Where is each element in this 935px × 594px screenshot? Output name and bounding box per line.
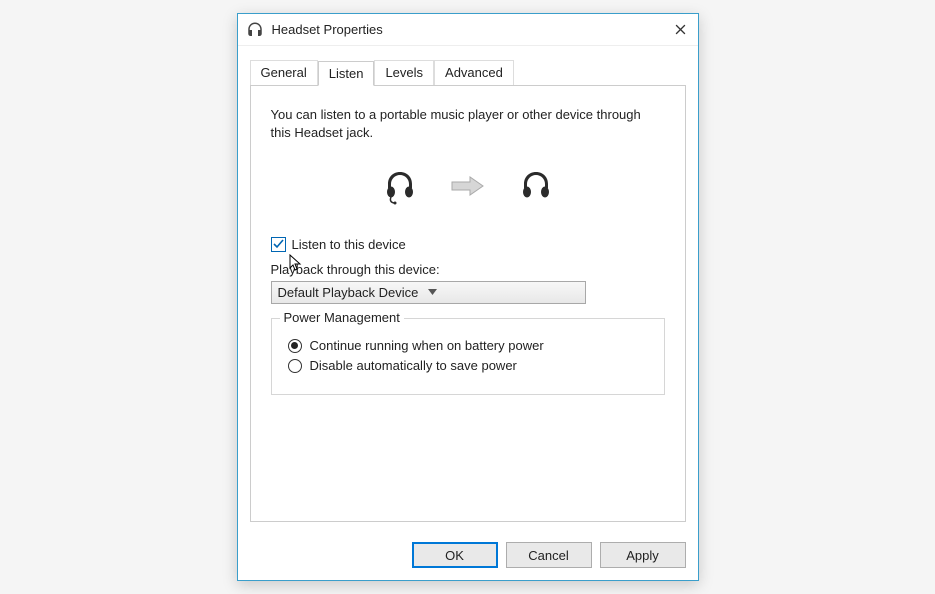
window-title: Headset Properties <box>272 22 672 37</box>
listen-checkbox-label: Listen to this device <box>292 237 406 252</box>
tab-listen[interactable]: Listen <box>318 61 375 86</box>
chevron-down-icon <box>428 287 579 298</box>
apply-button[interactable]: Apply <box>600 542 686 568</box>
radio-disable[interactable] <box>288 359 302 373</box>
playback-label: Playback through this device: <box>271 262 665 277</box>
radio-continue[interactable] <box>288 339 302 353</box>
tab-panel-listen: You can listen to a portable music playe… <box>250 85 686 522</box>
radio-continue-label: Continue running when on battery power <box>310 338 544 353</box>
dialog-buttons: OK Cancel Apply <box>238 534 698 580</box>
playback-device-dropdown[interactable]: Default Playback Device <box>271 281 586 304</box>
arrow-right-icon <box>450 174 486 201</box>
radio-continue-row: Continue running when on battery power <box>288 338 648 353</box>
tab-levels[interactable]: Levels <box>374 60 434 85</box>
power-management-legend: Power Management <box>280 310 404 325</box>
tab-general[interactable]: General <box>250 60 318 85</box>
ok-button[interactable]: OK <box>412 542 498 568</box>
listen-checkbox[interactable] <box>271 237 286 252</box>
headset-icon <box>246 21 264 39</box>
radio-disable-label: Disable automatically to save power <box>310 358 517 373</box>
illustration <box>271 166 665 209</box>
cancel-button[interactable]: Cancel <box>506 542 592 568</box>
power-management-group: Power Management Continue running when o… <box>271 318 665 395</box>
close-button[interactable] <box>672 21 690 39</box>
headset-properties-dialog: Headset Properties General Listen Levels… <box>237 13 699 581</box>
playback-device-selected: Default Playback Device <box>278 285 429 300</box>
titlebar: Headset Properties <box>238 14 698 46</box>
tabs: General Listen Levels Advanced <box>250 60 686 85</box>
description-text: You can listen to a portable music playe… <box>271 106 665 142</box>
radio-disable-row: Disable automatically to save power <box>288 358 648 373</box>
headphones-icon <box>516 166 556 209</box>
headset-with-mic-icon <box>380 166 420 209</box>
tab-advanced[interactable]: Advanced <box>434 60 514 85</box>
listen-checkbox-row: Listen to this device <box>271 237 665 252</box>
